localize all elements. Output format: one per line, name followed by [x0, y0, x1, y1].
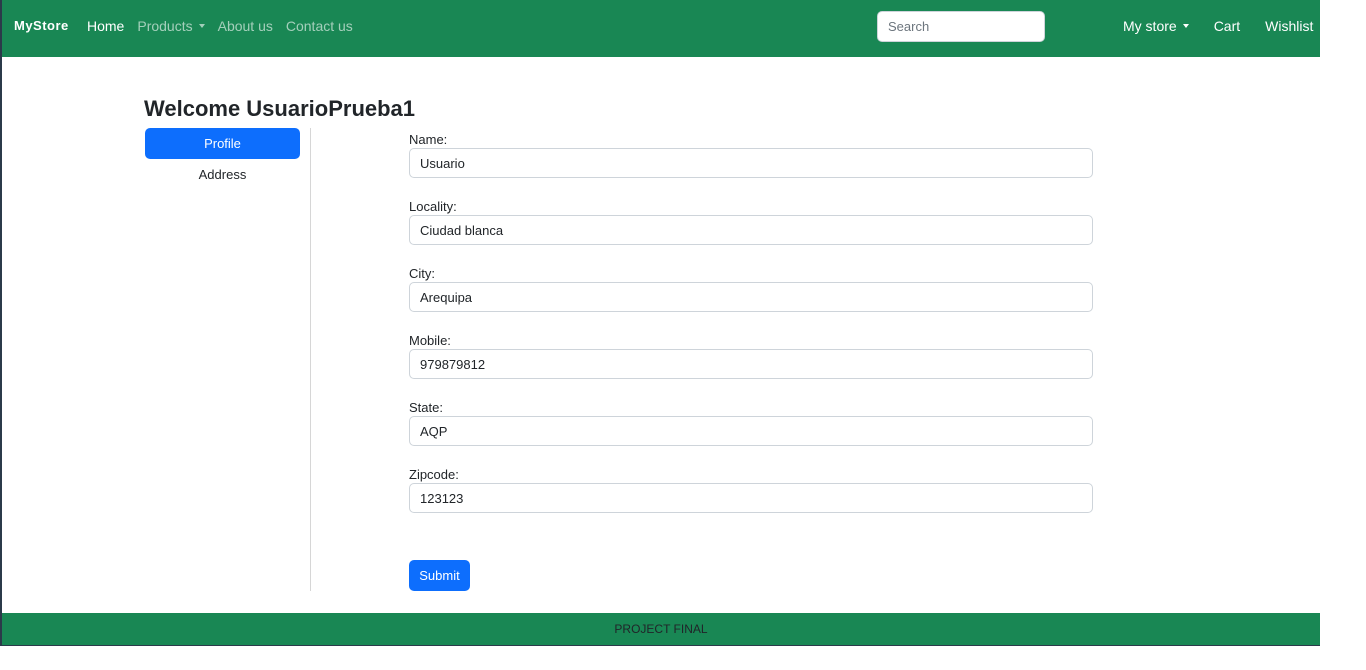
- form-field-city: City:: [409, 265, 1093, 312]
- nav-link-cart[interactable]: Cart: [1214, 18, 1240, 34]
- locality-label: Locality:: [409, 199, 457, 214]
- mobile-field[interactable]: [409, 349, 1093, 379]
- sidebar-item-address[interactable]: Address: [145, 159, 300, 190]
- nav-link-cart-label: Cart: [1213, 18, 1241, 34]
- app-frame: MyStore Home Products About us Contact u…: [0, 0, 1320, 646]
- form-field-state: State:: [409, 399, 1093, 446]
- nav-link-home[interactable]: Home: [87, 18, 124, 34]
- nav-link-home-label: Home: [87, 18, 125, 34]
- state-label: State:: [409, 400, 443, 415]
- zipcode-field[interactable]: [409, 483, 1093, 513]
- search-input[interactable]: [877, 11, 1045, 42]
- footer: PROJECT FINAL: [2, 613, 1320, 645]
- locality-field[interactable]: [409, 215, 1093, 245]
- vertical-divider: [310, 128, 311, 591]
- nav-link-about-label: About us: [217, 18, 273, 34]
- nav-right-links: My store Cart Wishlist: [1123, 18, 1313, 34]
- nav-link-wishlist-label: Wishlist: [1265, 18, 1314, 34]
- form-field-zipcode: Zipcode:: [409, 466, 1093, 513]
- nav-link-wishlist[interactable]: Wishlist: [1265, 18, 1313, 34]
- chevron-down-icon: [198, 24, 205, 28]
- form-field-name: Name:: [409, 131, 1093, 178]
- nav-link-about[interactable]: About us: [218, 18, 273, 34]
- city-label: City:: [409, 266, 435, 281]
- state-field[interactable]: [409, 416, 1093, 446]
- form-field-locality: Locality:: [409, 198, 1093, 245]
- address-form: Name: Locality: City: Mobile: State: Zip…: [409, 131, 1093, 533]
- nav-links: Home Products About us Contact us: [87, 18, 366, 34]
- form-field-mobile: Mobile:: [409, 332, 1093, 379]
- brand-logo[interactable]: MyStore: [14, 18, 69, 33]
- mobile-label: Mobile:: [409, 333, 451, 348]
- nav-dropdown-my-store[interactable]: My store: [1123, 18, 1189, 34]
- nav-link-contact[interactable]: Contact us: [286, 18, 353, 34]
- sidebar-item-profile[interactable]: Profile: [145, 128, 300, 159]
- name-label: Name:: [409, 132, 448, 147]
- nav-link-contact-label: Contact us: [285, 18, 353, 34]
- page-title: Welcome UsuarioPrueba1: [144, 96, 416, 121]
- zipcode-label: Zipcode:: [409, 467, 459, 482]
- nav-link-products-label: Products: [137, 18, 193, 34]
- submit-button[interactable]: Submit: [409, 560, 470, 591]
- footer-text: PROJECT FINAL: [614, 622, 708, 636]
- navbar: MyStore Home Products About us Contact u…: [2, 0, 1320, 57]
- profile-sidebar: Profile Address: [145, 128, 300, 190]
- nav-link-my-store-label: My store: [1123, 18, 1177, 34]
- city-field[interactable]: [409, 282, 1093, 312]
- name-field[interactable]: [409, 148, 1093, 178]
- nav-dropdown-products[interactable]: Products: [137, 18, 205, 34]
- chevron-down-icon: [1182, 24, 1189, 28]
